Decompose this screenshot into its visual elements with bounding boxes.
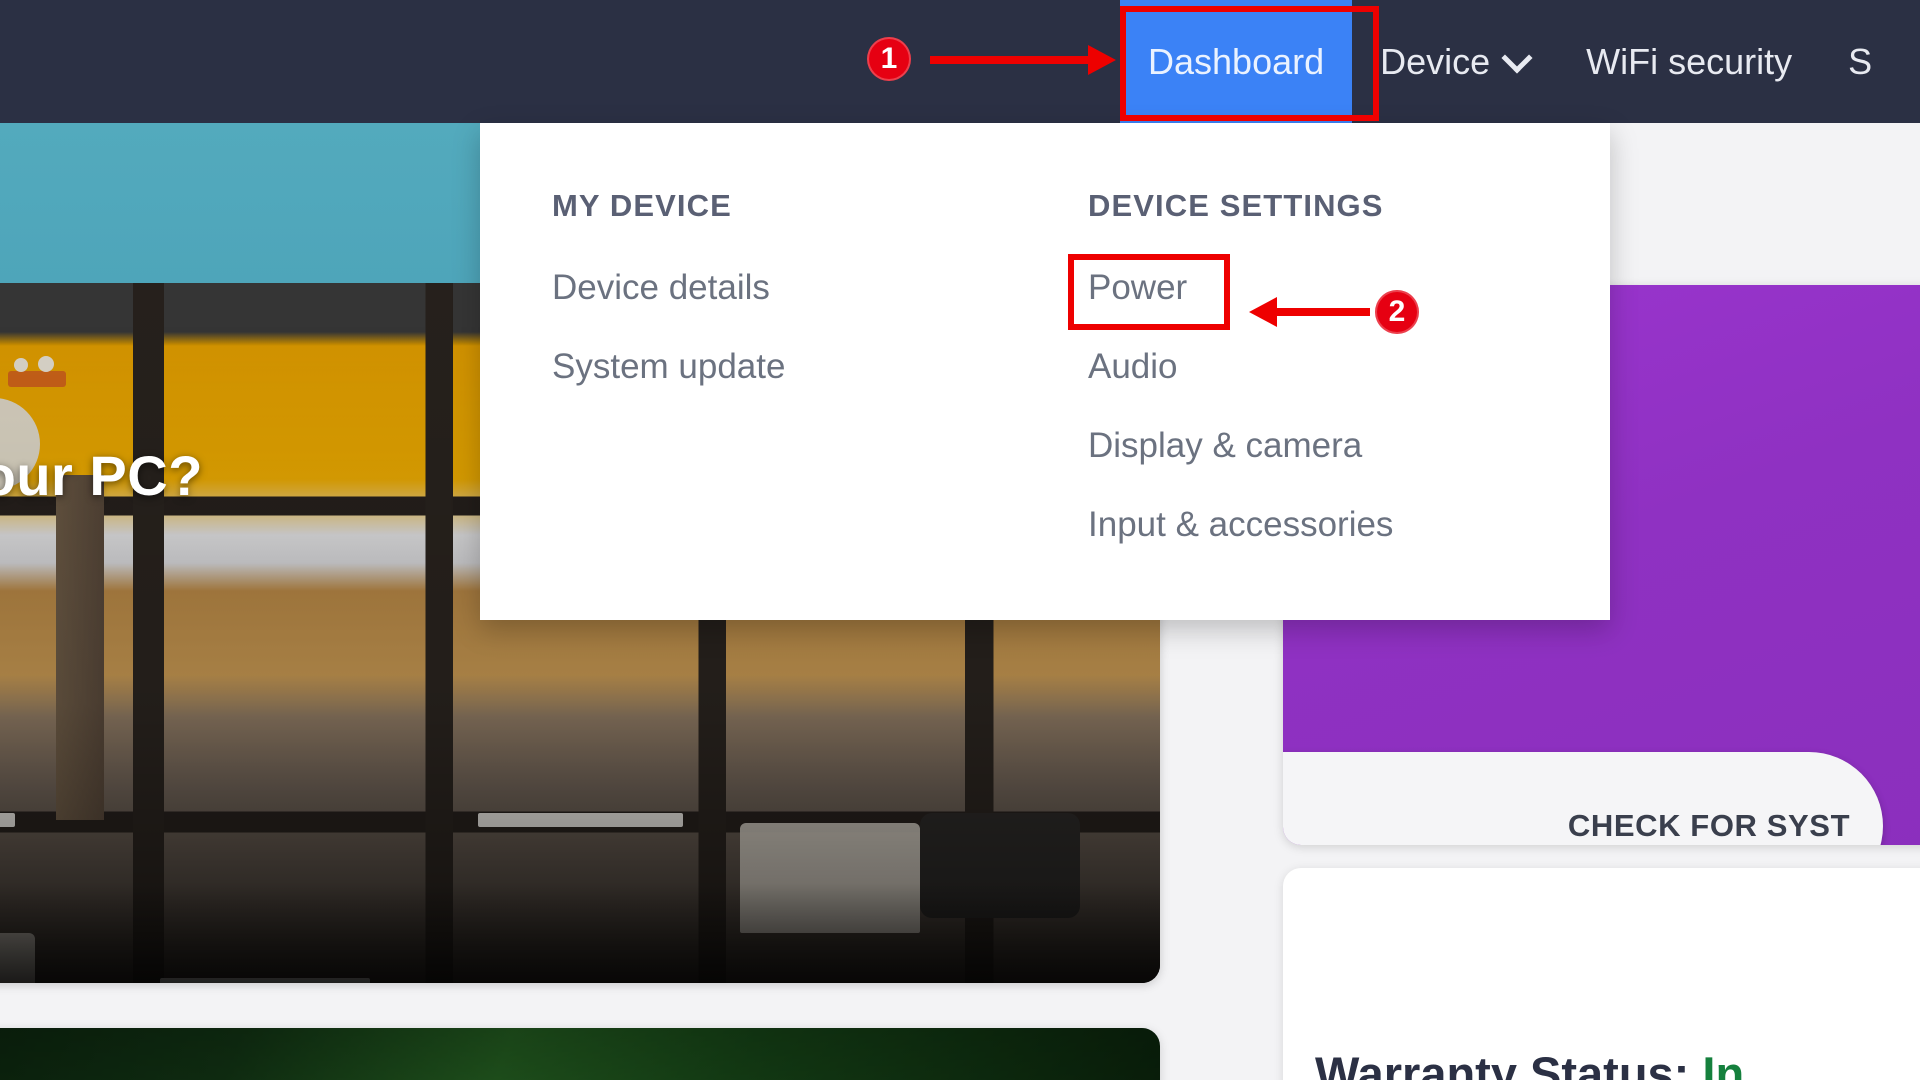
nav-item-partial[interactable]: S [1820,0,1900,123]
check-for-system-update-button[interactable]: CHECK FOR SYST [1283,752,1883,845]
dropdown-item-system-update[interactable]: System update [552,327,785,406]
dropdown-item-display-camera[interactable]: Display & camera [1088,406,1393,485]
warranty-status-text: Warranty Status: In [1315,1046,1744,1080]
warranty-status-value: In [1702,1047,1745,1080]
check-for-system-update-label: CHECK FOR SYST [1567,808,1851,843]
dropdown-item-device-details[interactable]: Device details [552,248,785,327]
nav-item-device-label: Device [1380,41,1491,82]
nav-item-partial-label: S [1848,41,1873,82]
hero-title: your PC? [0,444,203,507]
annotation-highlight-power [1068,254,1230,330]
nav-item-wifi-security-label: WiFi security [1586,41,1793,82]
secondary-banner-card[interactable] [0,1028,1160,1080]
chevron-down-icon [1504,45,1530,71]
dropdown-list-my-device: Device details System update [552,248,785,406]
dropdown-item-audio[interactable]: Audio [1088,327,1393,406]
annotation-badge-1: 1 [867,37,911,81]
annotation-highlight-dashboard [1120,6,1379,121]
warranty-status-card: Warranty Status: In [1283,868,1920,1080]
app-root: Dashboard Device WiFi security S ur PC? … [0,0,1920,1080]
nav-item-wifi-security[interactable]: WiFi security [1558,0,1820,123]
annotation-arrow-1 [930,45,1116,75]
dropdown-item-input-accessories[interactable]: Input & accessories [1088,485,1393,564]
dropdown-heading-my-device: MY DEVICE [552,188,732,223]
nav-item-device[interactable]: Device [1352,0,1558,123]
annotation-badge-1-number: 1 [880,42,898,75]
annotation-badge-2-number: 2 [1388,295,1406,328]
warranty-status-label: Warranty Status: [1315,1047,1690,1080]
photo-bottom-shadow [0,883,1160,983]
dropdown-heading-device-settings: DEVICE SETTINGS [1088,188,1384,223]
annotation-arrow-2 [1249,297,1370,327]
device-dropdown-menu: MY DEVICE Device details System update D… [480,123,1610,620]
annotation-badge-2: 2 [1375,290,1419,334]
